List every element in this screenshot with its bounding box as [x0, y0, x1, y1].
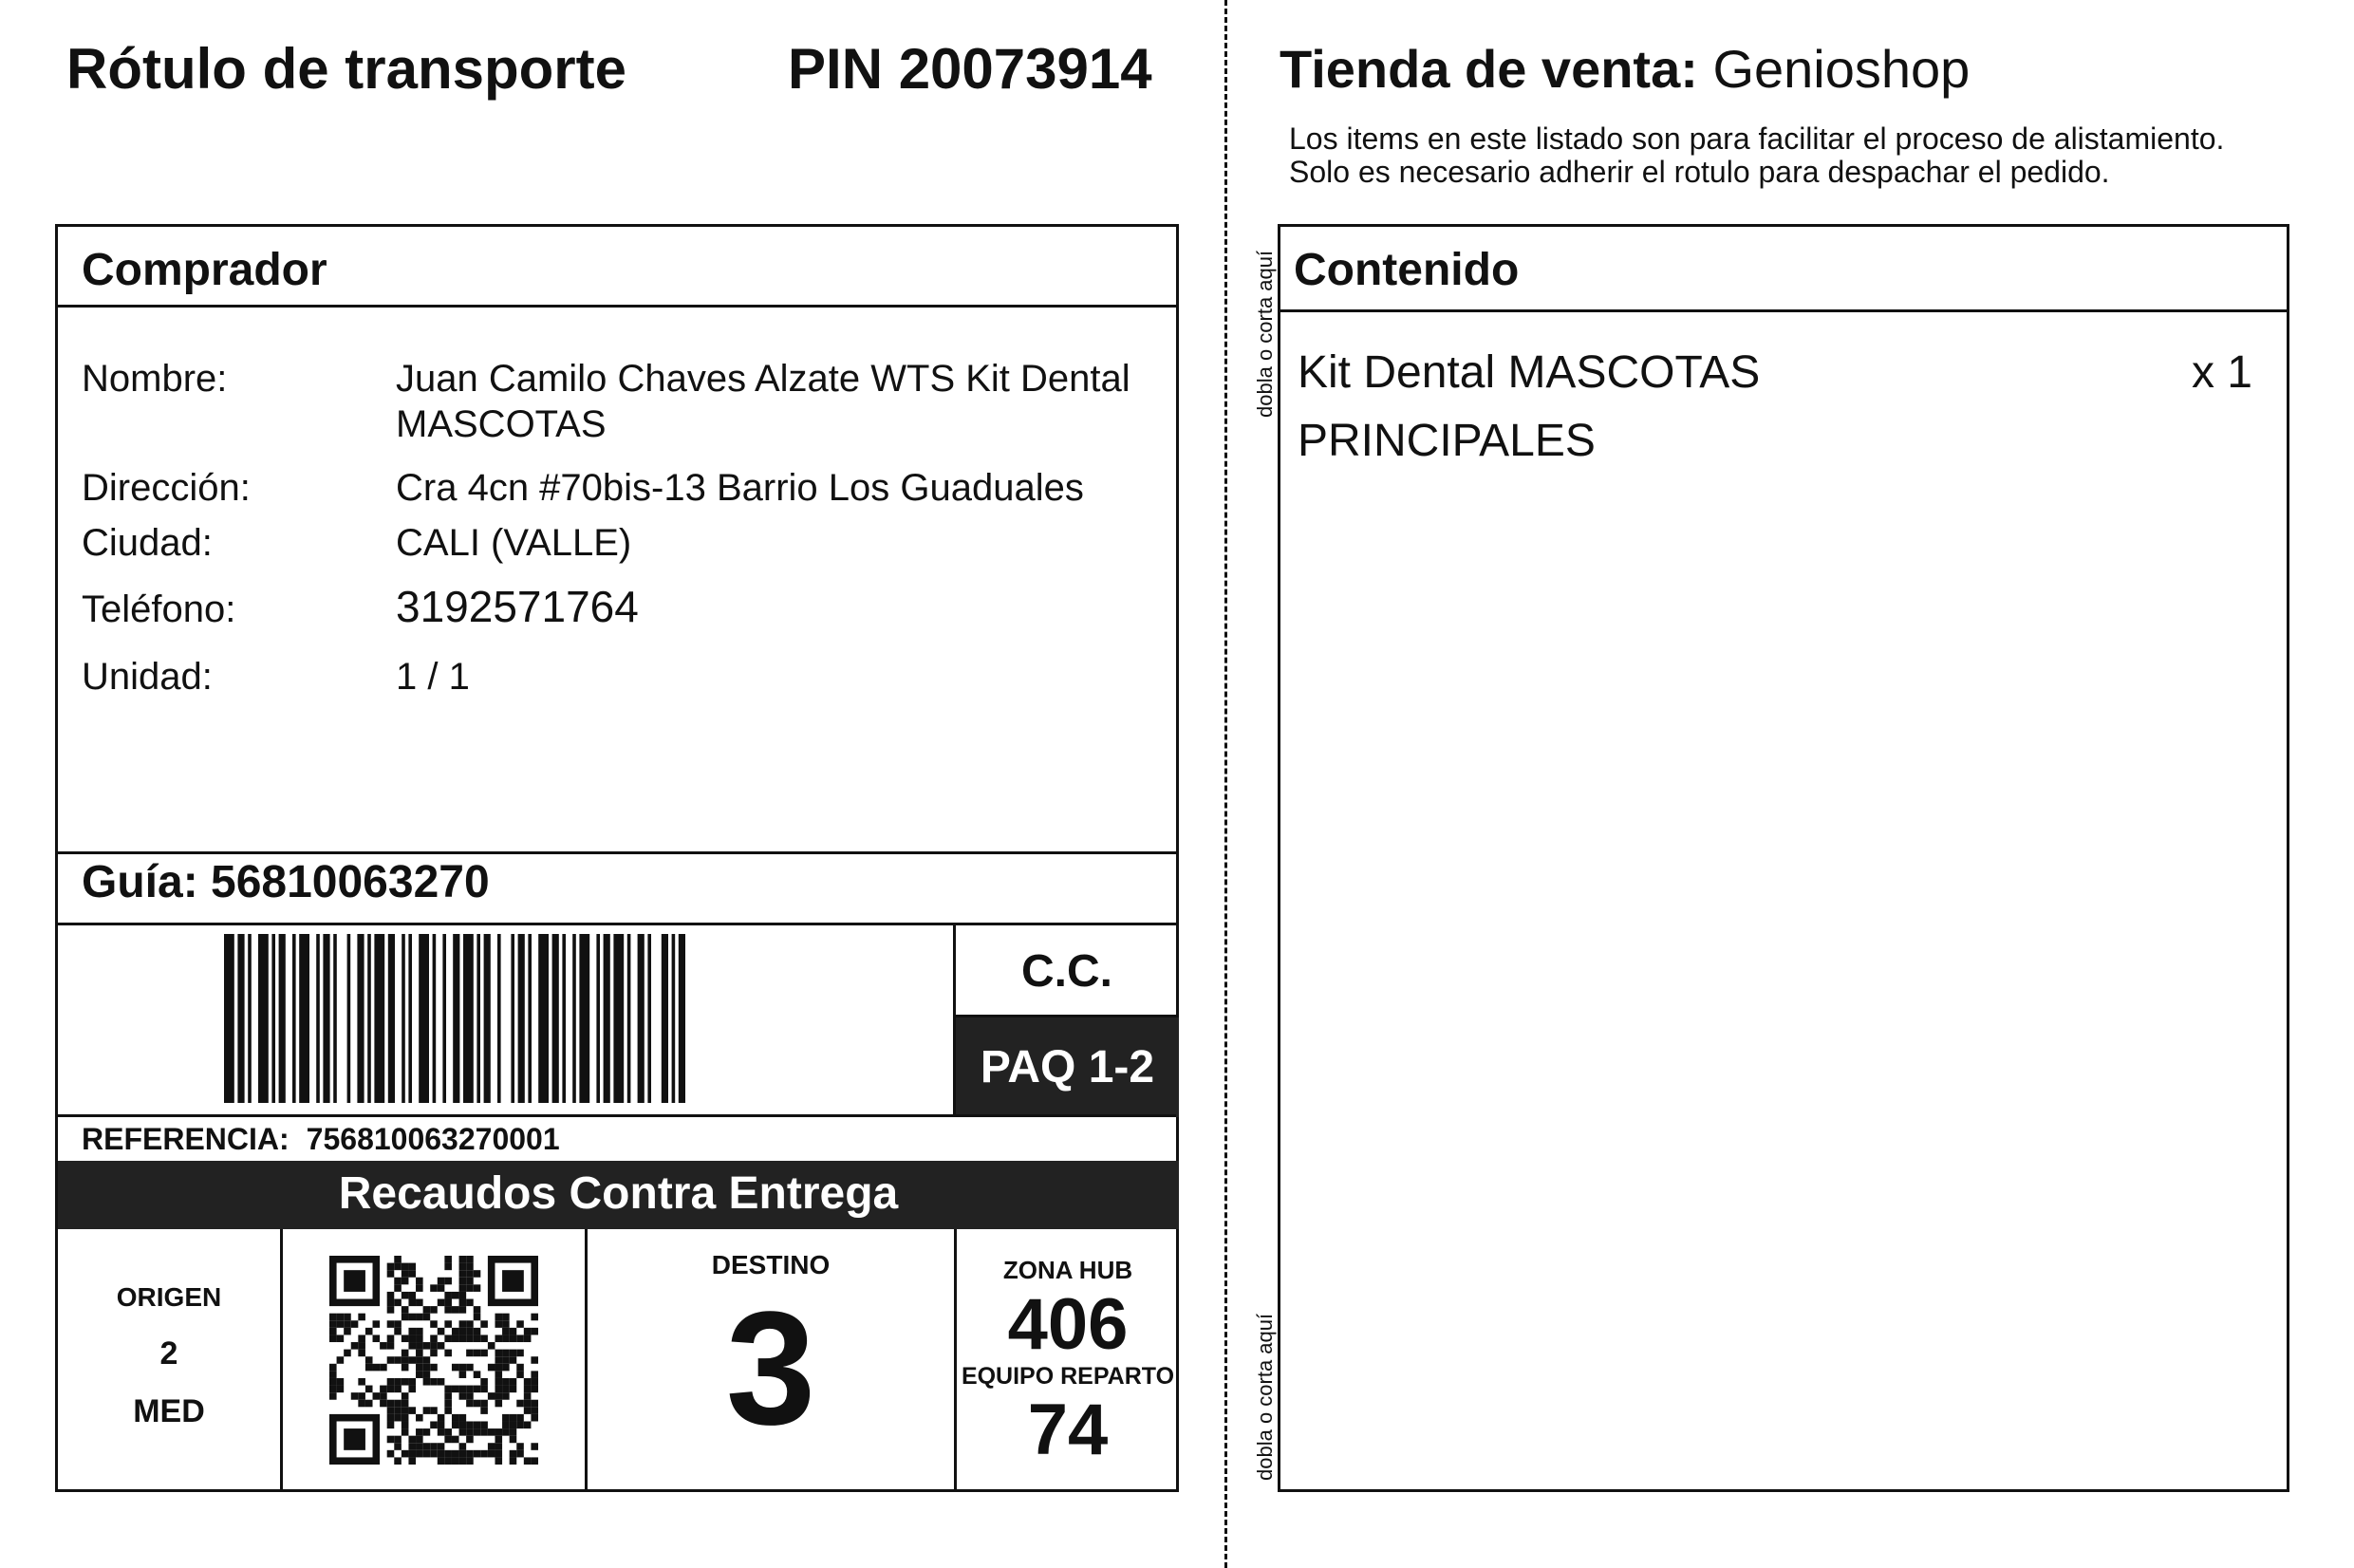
- contents-box: Contenido Kit Dental MASCOTAS PRINCIPALE…: [1278, 224, 2289, 1492]
- contents-header: Contenido: [1294, 245, 1520, 295]
- divider: [1280, 309, 2287, 312]
- unit-value: 1 / 1: [396, 656, 470, 698]
- origin-number: 2: [159, 1335, 178, 1372]
- note-line-2: Solo es necesario adherir el rotulo para…: [1289, 155, 2110, 189]
- divider: [58, 305, 1176, 308]
- item-name: Kit Dental MASCOTAS PRINCIPALES: [1298, 347, 1761, 466]
- store-label: Tienda de venta:: [1280, 39, 1698, 99]
- store-name: Genioshop: [1712, 39, 1971, 99]
- unit-label: Unidad:: [82, 656, 213, 698]
- destination-label: DESTINO: [711, 1250, 831, 1279]
- phone-value: 3192571764: [396, 582, 639, 631]
- team-value: 74: [1027, 1390, 1109, 1470]
- phone-label: Teléfono:: [82, 588, 236, 630]
- buyer-header: Comprador: [82, 245, 327, 295]
- guia-number: Guía: 56810063270: [82, 857, 490, 907]
- buyer-box: Comprador Nombre: Juan Camilo Chaves Alz…: [55, 224, 1179, 1492]
- fold-hint-bottom: dobla o corta aquí: [1253, 1313, 1277, 1481]
- origin-code: MED: [133, 1393, 205, 1429]
- cod-banner: Recaudos Contra Entrega: [58, 1161, 1179, 1229]
- name-value: Juan Camilo Chaves Alzate WTS Kit Dental…: [396, 358, 1130, 445]
- reference-label: REFERENCIA:: [82, 1122, 290, 1156]
- destination-cell: DESTINO 3: [588, 1229, 954, 1492]
- address-label: Dirección:: [82, 467, 251, 509]
- barcode: [224, 934, 685, 1103]
- zone-value: 406: [1007, 1284, 1129, 1365]
- cc-badge: C.C.: [1021, 946, 1112, 997]
- name-label: Nombre:: [82, 358, 228, 400]
- reference-line: REFERENCIA: 756810063270001: [82, 1117, 560, 1161]
- store-line: Tienda de venta: Genioshop: [1280, 38, 1970, 100]
- reference-value: 756810063270001: [306, 1122, 560, 1156]
- city-label: Ciudad:: [82, 522, 213, 564]
- label-title: Rótulo de transporte: [66, 37, 627, 101]
- qr-code: [329, 1256, 538, 1465]
- city-value: CALI (VALLE): [396, 522, 632, 564]
- cut-line: [1224, 0, 1227, 1568]
- paq-badge: PAQ 1-2: [956, 1017, 1179, 1117]
- zone-cell: ZONA HUB 406 EQUIPO REPARTO 74: [957, 1229, 1179, 1492]
- pin-number: PIN 20073914: [788, 37, 1152, 101]
- qr-cell: [283, 1229, 585, 1492]
- zone-label: ZONA HUB: [1002, 1256, 1133, 1284]
- team-label: EQUIPO REPARTO: [961, 1363, 1175, 1390]
- divider: [58, 851, 1176, 854]
- fold-hint-top: dobla o corta aquí: [1253, 250, 1277, 418]
- destination-value: 3: [725, 1279, 816, 1459]
- origin-label: ORIGEN: [116, 1282, 222, 1312]
- note-line-1: Los items en este listado son para facil…: [1289, 121, 2225, 156]
- item-qty: x 1: [2191, 347, 2252, 398]
- address-value: Cra 4cn #70bis-13 Barrio Los Guaduales: [396, 467, 1084, 509]
- origin-cell: ORIGEN 2 MED: [58, 1229, 280, 1492]
